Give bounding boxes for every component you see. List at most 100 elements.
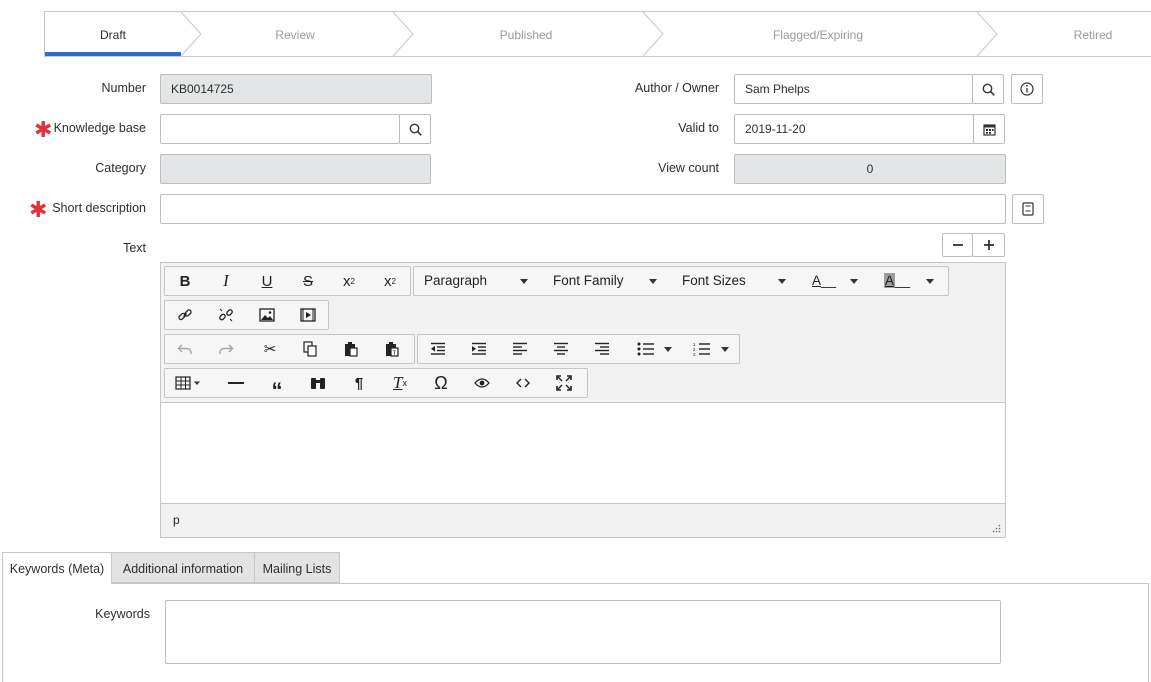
- resize-handle-icon[interactable]: [992, 524, 1001, 533]
- align-center-icon[interactable]: [541, 335, 581, 363]
- pilcrow-icon[interactable]: ¶: [339, 369, 379, 397]
- stage-separator: [976, 12, 998, 57]
- edit-toolbar-group: ✂ T: [164, 334, 415, 364]
- italic-icon[interactable]: I: [206, 267, 246, 295]
- fullscreen-icon[interactable]: [544, 369, 584, 397]
- source-code-icon[interactable]: [503, 369, 543, 397]
- insert-toolbar-group: [164, 300, 329, 330]
- indent-icon[interactable]: [459, 335, 499, 363]
- keywords-textarea[interactable]: [165, 600, 1001, 664]
- font-family-dropdown[interactable]: Font Family: [553, 267, 663, 295]
- paragraph-dropdown[interactable]: Paragraph: [424, 267, 534, 295]
- chevron-down-icon[interactable]: [721, 347, 729, 352]
- misc-toolbar-group: “ ¶ Tx Ω: [164, 368, 588, 403]
- underline-icon[interactable]: U: [247, 267, 287, 295]
- chevron-down-icon: [850, 279, 858, 284]
- chevron-down-icon: [520, 279, 528, 284]
- insert-image-icon[interactable]: [247, 301, 287, 329]
- keywords-label: Keywords: [95, 607, 150, 621]
- text-color-icon: A: [812, 273, 822, 288]
- knowledge-base-lookup-button[interactable]: [399, 114, 431, 144]
- unlink-icon[interactable]: [206, 301, 246, 329]
- table-icon[interactable]: [168, 369, 208, 397]
- find-replace-icon[interactable]: [298, 369, 338, 397]
- number-label: Number: [101, 81, 146, 95]
- stage-separator: [642, 12, 664, 57]
- paste-icon[interactable]: [331, 335, 371, 363]
- stage-flagged-expiring[interactable]: Flagged/Expiring: [665, 12, 971, 56]
- short-description-label: Short description: [52, 201, 146, 215]
- outdent-icon[interactable]: [418, 335, 458, 363]
- category-label: Category: [95, 161, 146, 175]
- stage-published[interactable]: Published: [415, 12, 637, 56]
- subscript-icon[interactable]: x2: [329, 267, 369, 295]
- bullet-list-icon[interactable]: [626, 335, 666, 363]
- superscript-icon[interactable]: x2: [370, 267, 410, 295]
- cut-icon[interactable]: ✂: [250, 335, 290, 363]
- search-icon: [409, 123, 422, 136]
- insert-video-icon[interactable]: [288, 301, 328, 329]
- category-field[interactable]: [160, 154, 431, 184]
- plus-icon: [983, 240, 994, 250]
- stage-review[interactable]: Review: [205, 12, 385, 56]
- svg-text:3: 3: [693, 352, 696, 356]
- suggestion-button[interactable]: [1012, 194, 1044, 224]
- text-label: Text: [123, 241, 146, 255]
- tab-keywords-meta[interactable]: Keywords (Meta): [2, 552, 112, 584]
- author-owner-input[interactable]: Sam Phelps: [734, 74, 973, 104]
- author-info-button[interactable]: [1011, 74, 1043, 104]
- insert-link-icon[interactable]: [165, 301, 205, 329]
- calendar-button[interactable]: [973, 114, 1005, 144]
- numbered-list-icon[interactable]: 123: [682, 335, 722, 363]
- preview-icon[interactable]: [462, 369, 502, 397]
- knowledge-base-input[interactable]: [160, 114, 400, 144]
- tab-mailing-lists[interactable]: Mailing Lists: [254, 552, 340, 583]
- valid-to-label: Valid to: [678, 121, 719, 135]
- stage-separator: [392, 12, 414, 57]
- stage-label: Retired: [1073, 28, 1113, 42]
- author-lookup-button[interactable]: [972, 74, 1004, 104]
- expand-editor-button[interactable]: [972, 233, 1005, 257]
- active-stage-indicator: [45, 52, 181, 56]
- background-color-button[interactable]: A__: [884, 267, 936, 295]
- calendar-icon: [982, 123, 996, 136]
- blockquote-icon[interactable]: “: [257, 369, 297, 405]
- align-right-icon[interactable]: [582, 335, 622, 363]
- chevron-down-icon[interactable]: [664, 347, 672, 352]
- valid-to-input[interactable]: 2019-11-20: [734, 114, 974, 144]
- stage-separator: [180, 12, 202, 57]
- horizontal-line-icon[interactable]: [216, 369, 256, 397]
- undo-icon[interactable]: [165, 335, 205, 363]
- bold-icon[interactable]: B: [165, 267, 205, 295]
- alignment-toolbar-group: 123: [417, 334, 740, 364]
- editor-content-area[interactable]: [161, 402, 1005, 504]
- copy-icon[interactable]: [290, 335, 330, 363]
- font-sizes-dropdown[interactable]: Font Sizes: [682, 267, 792, 295]
- stage-label: Published: [499, 28, 553, 42]
- stage-label: Review: [275, 28, 315, 42]
- info-icon: [1020, 82, 1034, 96]
- text-color-button[interactable]: A__: [812, 267, 864, 295]
- knowledge-base-label: Knowledge base: [53, 121, 146, 135]
- element-path: p: [173, 513, 180, 527]
- align-left-icon[interactable]: [500, 335, 540, 363]
- view-count-label: View count: [658, 161, 719, 175]
- number-field[interactable]: KB0014725: [160, 74, 432, 104]
- clear-formatting-icon[interactable]: Tx: [380, 369, 420, 397]
- collapse-editor-button[interactable]: [942, 233, 973, 257]
- book-icon: [1022, 202, 1034, 216]
- stage-draft[interactable]: Draft: [45, 12, 181, 56]
- redo-icon[interactable]: [206, 335, 246, 363]
- strikethrough-icon[interactable]: S: [288, 267, 328, 295]
- special-character-icon[interactable]: Ω: [421, 369, 461, 397]
- minus-icon: [952, 244, 963, 246]
- short-description-input[interactable]: [160, 194, 1006, 224]
- view-count-field[interactable]: 0: [734, 154, 1006, 184]
- tab-additional-information[interactable]: Additional information: [111, 552, 255, 583]
- stage-retired[interactable]: Retired: [1005, 12, 1151, 56]
- paste-text-icon[interactable]: T: [372, 335, 412, 363]
- background-color-icon: A: [884, 273, 896, 288]
- chevron-down-icon: [926, 279, 934, 284]
- stage-flow: Draft Review Published Flagged/Expiring …: [44, 11, 1151, 57]
- svg-text:T: T: [393, 351, 397, 357]
